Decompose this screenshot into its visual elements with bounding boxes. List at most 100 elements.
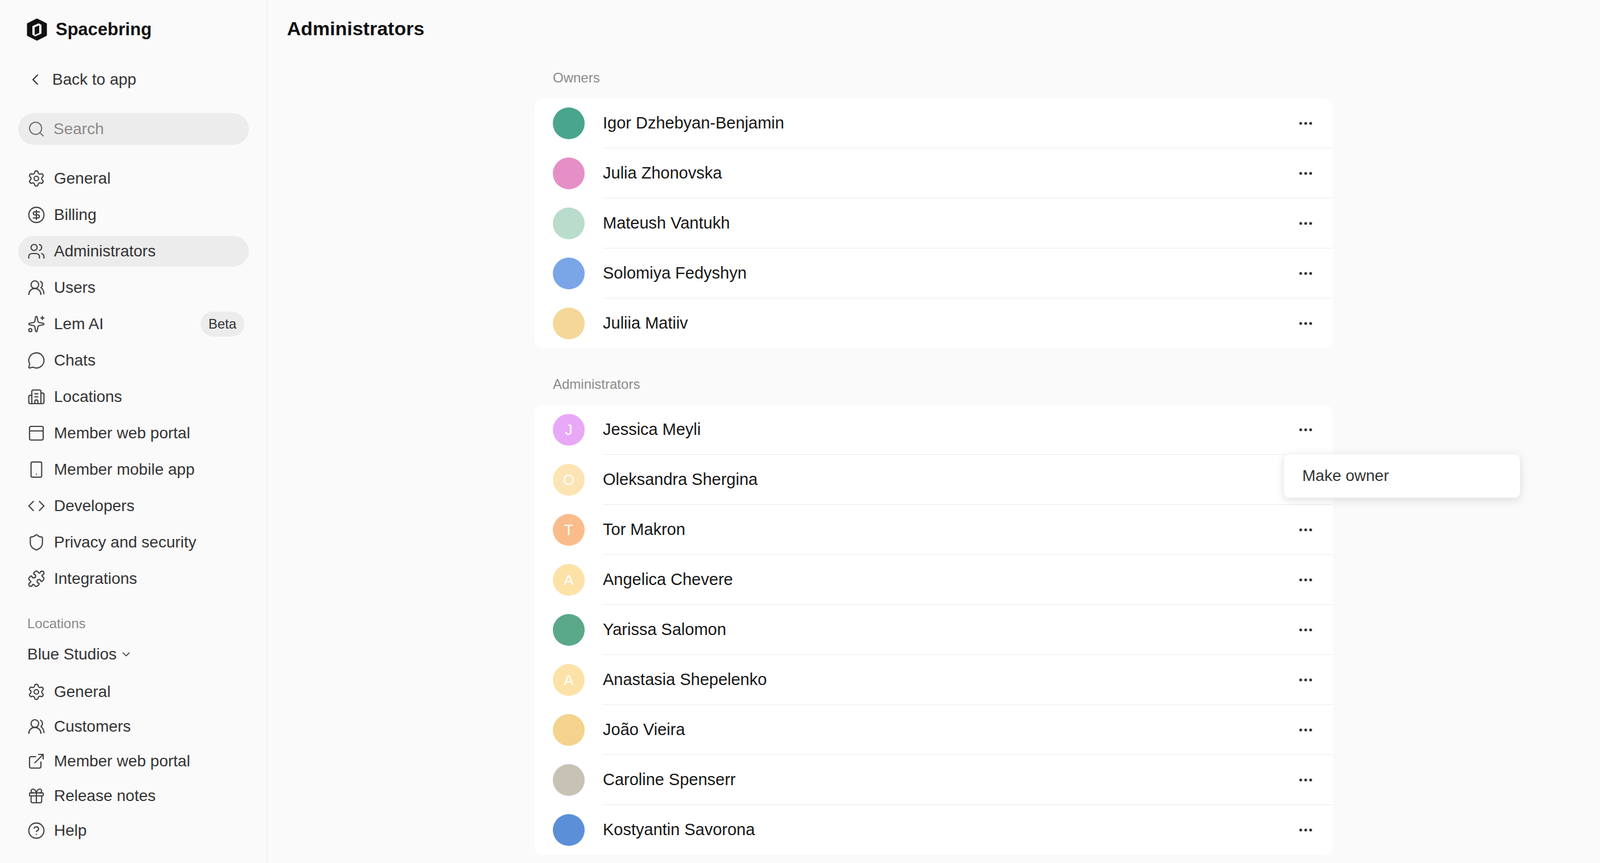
member-row: O Oleksandra Shergina [534, 454, 1333, 505]
ellipsis-icon [1297, 721, 1315, 739]
more-button[interactable] [1294, 211, 1318, 235]
sidebar-item[interactable]: Lem AIBeta [18, 305, 249, 343]
search-field[interactable]: Search [18, 113, 249, 145]
sidebar-item[interactable]: Developers [18, 487, 249, 524]
avatar: O [552, 463, 585, 496]
avatar: J [552, 413, 585, 446]
member-row: João Vieira [534, 704, 1333, 755]
member-name: Angelica Chevere [602, 567, 1295, 593]
more-button[interactable] [1294, 618, 1318, 641]
sparkles-icon [27, 314, 46, 333]
menu-item[interactable]: Make owner [1284, 458, 1520, 493]
avatar [552, 763, 585, 796]
member-name: Kostyantin Savorona [602, 817, 1295, 843]
member-name: Yarissa Salomon [602, 617, 1295, 643]
member-name: Oleksandra Shergina [602, 467, 1295, 493]
sidebar-item[interactable]: Help [18, 812, 249, 848]
more-button[interactable] [1294, 161, 1318, 185]
member-row: Yarissa Salomon [534, 604, 1333, 655]
member-name: Mateush Vantukh [602, 210, 1295, 236]
member-row: Solomiya Fedyshyn [534, 248, 1333, 299]
sidebar-item[interactable]: Customers [18, 708, 249, 744]
avatar [552, 713, 585, 746]
location-switcher[interactable]: Blue Studios [18, 638, 249, 670]
member-row: JJessica MeyliMake owner [534, 404, 1333, 455]
more-button[interactable] [1294, 668, 1318, 691]
sidebar-item[interactable]: Locations [18, 378, 249, 415]
gear-icon [27, 682, 46, 701]
member-name: Julia Zhonovska [602, 160, 1295, 186]
external-link-icon [27, 751, 46, 770]
chevron-left-icon [26, 70, 45, 89]
help-icon [27, 821, 46, 840]
back-link[interactable]: Back to app [18, 63, 249, 96]
sidebar-item[interactable]: Release notes [18, 777, 249, 813]
sidebar-item[interactable]: General [18, 160, 249, 197]
ellipsis-icon [1297, 314, 1315, 332]
section-label: Owners [534, 67, 1333, 89]
more-button[interactable] [1294, 518, 1318, 541]
more-button[interactable] [1294, 768, 1318, 791]
brand-name: Spacebring [55, 16, 152, 44]
more-button[interactable] [1294, 568, 1318, 591]
sidebar-item[interactable]: Member mobile app [18, 451, 249, 488]
gear-icon [27, 169, 46, 188]
page-title: Administrators [286, 14, 425, 44]
phone-icon [27, 460, 46, 479]
sidebar-item[interactable]: Integrations [18, 560, 249, 597]
ellipsis-icon [1297, 621, 1315, 639]
sidebar-item[interactable]: Billing [18, 196, 249, 233]
gift-icon [27, 786, 46, 805]
users-icon [27, 242, 46, 261]
section-label: Administrators [534, 373, 1333, 395]
member-row: Caroline Spenserr [534, 754, 1333, 805]
ellipsis-icon [1297, 821, 1315, 839]
sidebar-item[interactable]: Member web portal [18, 414, 249, 452]
sidebar-item[interactable]: Users [18, 269, 249, 306]
member-row: A Angelica Chevere [534, 554, 1333, 605]
code-icon [27, 496, 46, 515]
member-row: Juliia Matiiv [534, 298, 1333, 349]
ellipsis-icon [1297, 114, 1315, 132]
shield-icon [27, 532, 46, 552]
member-row: Igor Dzhebyan-Benjamin [534, 98, 1333, 149]
member-card: JJessica MeyliMake owner O Oleksandra Sher… [534, 404, 1333, 855]
member-row: Kostyantin Savorona [534, 804, 1333, 855]
avatar: A [552, 663, 585, 696]
ellipsis-icon [1297, 214, 1315, 232]
sidebar-item[interactable]: General [18, 673, 249, 709]
browser-icon [27, 423, 46, 443]
avatar: A [552, 563, 585, 596]
member-name: Tor Makron [602, 517, 1295, 543]
sidebar-item[interactable]: Privacy and security [18, 523, 249, 561]
member-card: Igor Dzhebyan-Benjamin Julia Zhonovska Mat… [534, 98, 1333, 349]
member-row: A Anastasia Shepelenko [534, 654, 1333, 705]
more-button[interactable] [1294, 261, 1318, 285]
sidebar-item[interactable]: Member web portal [18, 743, 249, 778]
users-round-icon [27, 717, 46, 736]
row-menu: Make owner [1283, 453, 1521, 498]
more-button[interactable] [1294, 111, 1318, 135]
dollar-icon [27, 205, 46, 224]
member-section: Administrators JJessica MeyliMake owner OO… [534, 373, 1333, 855]
avatar [552, 157, 585, 190]
ellipsis-icon [1297, 264, 1315, 282]
sidebar-item[interactable]: Administrators [18, 232, 249, 270]
ellipsis-icon [1297, 521, 1315, 539]
more-button[interactable] [1294, 311, 1318, 335]
member-name: Juliia Matiiv [602, 310, 1295, 336]
member-name: João Vieira [602, 717, 1295, 743]
sidebar-item[interactable]: Chats [18, 342, 249, 379]
member-row: Mateush Vantukh [534, 198, 1333, 249]
search-icon [27, 119, 46, 139]
member-name: Anastasia Shepelenko [602, 667, 1295, 693]
logo-icon [26, 18, 48, 41]
chat-icon [27, 351, 46, 370]
sidebar: SpacebringBack to appSearchGeneralBillin… [0, 0, 268, 863]
more-button[interactable] [1294, 818, 1318, 841]
more-button[interactable] [1294, 718, 1318, 741]
more-button[interactable] [1294, 418, 1318, 441]
member-row: TTor Makron [534, 504, 1333, 555]
users-round-icon [27, 278, 46, 297]
ellipsis-icon [1297, 771, 1315, 789]
